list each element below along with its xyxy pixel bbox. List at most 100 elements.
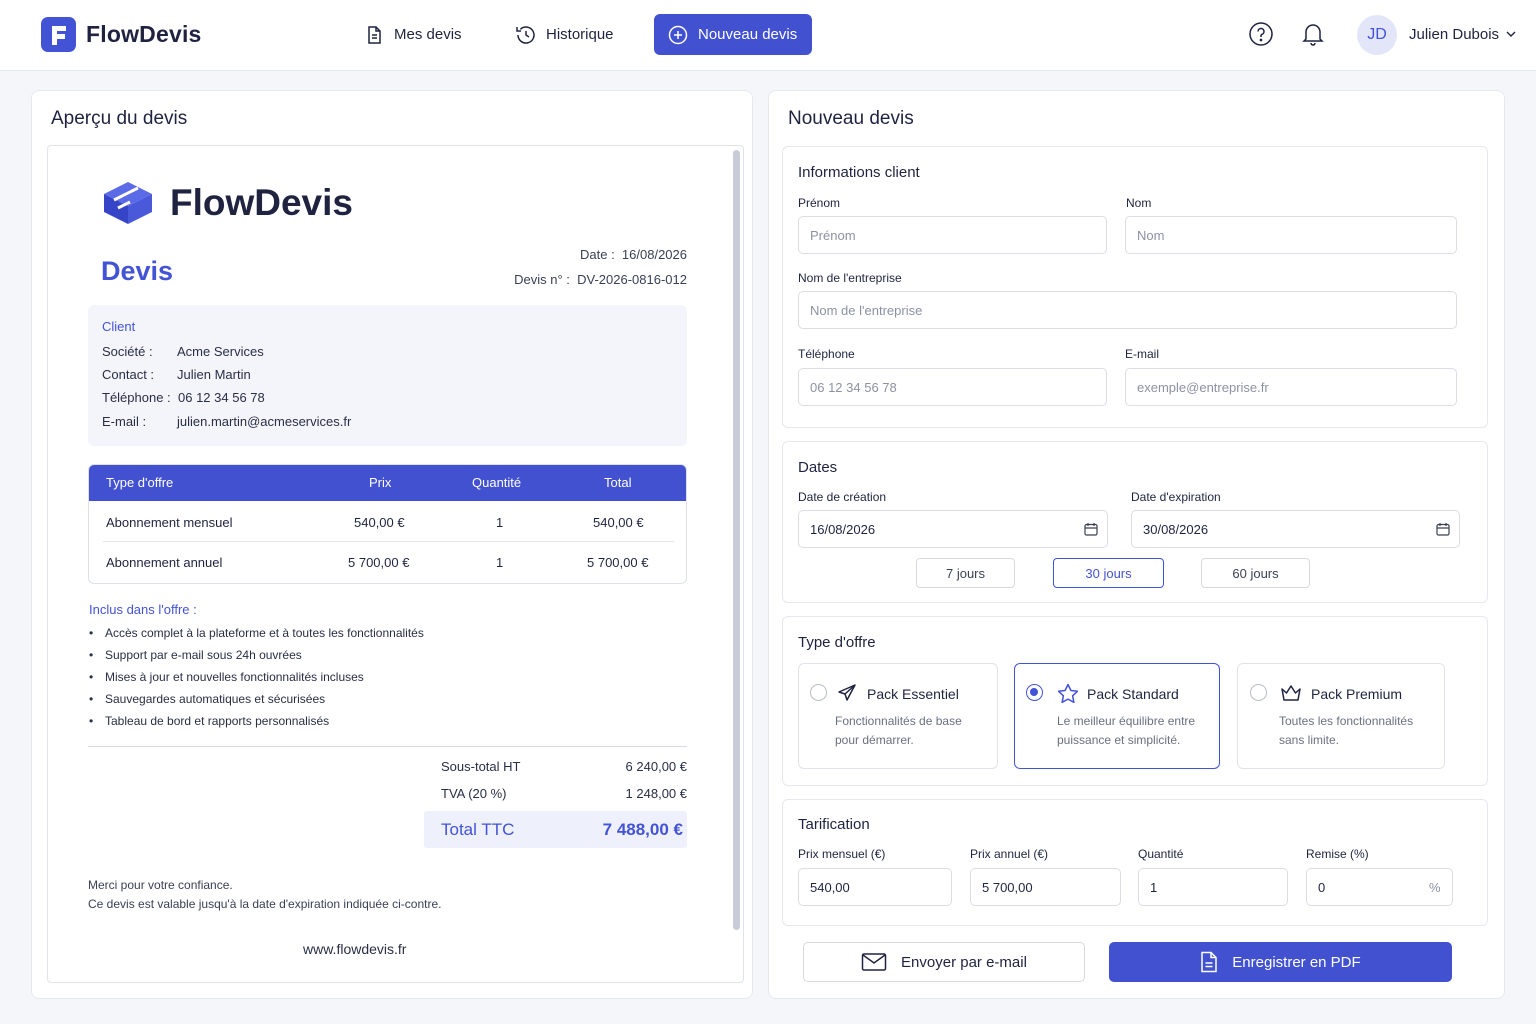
calendar-icon[interactable] — [1436, 522, 1450, 536]
preview-scrollbar[interactable] — [733, 150, 740, 930]
calendar-icon[interactable] — [1084, 522, 1098, 536]
percent-suffix: % — [1429, 880, 1441, 895]
column-header: Prix — [369, 475, 392, 490]
field-label: Nom — [1126, 196, 1152, 210]
table-cell: 1 — [496, 555, 504, 570]
offer-table: Type d'offre Prix Quantité Total Abonnem… — [88, 464, 687, 584]
table-cell: 540,00 € — [354, 515, 405, 530]
envelope-icon — [861, 953, 887, 971]
quantity-input[interactable] — [1138, 868, 1288, 906]
divider — [88, 746, 687, 747]
included-list: Accès complet à la plateforme et à toute… — [89, 622, 424, 732]
table-cell: 5 700,00 € — [348, 555, 410, 570]
creation-date-input[interactable] — [798, 510, 1108, 548]
document-icon — [368, 25, 381, 44]
section-heading: Informations client — [798, 164, 920, 181]
field-label: Prix mensuel (€) — [798, 847, 886, 861]
offer-title: Pack Essentiel — [867, 686, 959, 702]
last-name-input[interactable] — [1125, 216, 1457, 254]
phone-input[interactable] — [798, 368, 1107, 406]
button-label: Enregistrer en PDF — [1232, 953, 1361, 971]
offer-radio[interactable] — [810, 684, 827, 701]
document-icon — [1201, 951, 1218, 973]
pricing-section — [782, 799, 1488, 926]
list-item: Accès complet à la plateforme et à toute… — [89, 622, 424, 644]
quote-date-label: Date : — [580, 247, 615, 262]
table-header: Type d'offre Prix Quantité Total — [89, 465, 686, 501]
expiry-date-input[interactable] — [1131, 510, 1460, 548]
table-cell: 1 — [496, 515, 504, 530]
paper-plane-icon — [838, 684, 856, 701]
field-label: Téléphone — [798, 347, 855, 361]
creation-date-field[interactable] — [798, 510, 1108, 548]
field-label: Date de création — [798, 490, 887, 504]
offer-radio[interactable] — [1026, 684, 1043, 701]
column-header: Total — [604, 475, 632, 490]
field-label: Prix annuel (€) — [970, 847, 1049, 861]
subtotal-value: 6 240,00 € — [625, 759, 687, 774]
client-row-label: E-mail : — [102, 414, 147, 429]
nav-historique[interactable]: Historique — [500, 14, 628, 55]
preview-title: Aperçu du devis — [51, 108, 188, 129]
validity-text: Ce devis est valable jusqu'à la date d'e… — [88, 897, 442, 911]
vat-value: 1 248,00 € — [625, 786, 687, 801]
email-input[interactable] — [1125, 368, 1457, 406]
section-heading: Tarification — [798, 816, 870, 833]
help-icon[interactable] — [1248, 20, 1274, 48]
offer-card-essentiel[interactable]: Pack Essentiel Fonctionnalités de base p… — [798, 663, 998, 769]
client-row-value: Julien Martin — [177, 367, 251, 382]
preset-60-days[interactable]: 60 jours — [1201, 558, 1310, 588]
table-cell: 540,00 € — [593, 515, 644, 530]
chevron-down-icon[interactable] — [1505, 28, 1517, 40]
field-label: Nom de l'entreprise — [798, 271, 902, 285]
offer-title: Pack Standard — [1087, 686, 1179, 702]
nav-nouveau-devis[interactable]: Nouveau devis — [654, 14, 812, 55]
client-row-value: 06 12 34 56 78 — [178, 390, 265, 405]
total-label: Total TTC — [441, 820, 515, 839]
offer-card-premium[interactable]: Pack Premium Toutes les fonctionnalités … — [1237, 663, 1445, 769]
field-label: Date d'expiration — [1131, 490, 1221, 504]
section-heading: Type d'offre — [798, 634, 876, 651]
crown-icon — [1281, 685, 1301, 701]
monthly-price-input[interactable] — [798, 868, 952, 906]
list-item: Support par e-mail sous 24h ouvrées — [89, 644, 424, 666]
nav-mes-devis[interactable]: Mes devis — [350, 14, 476, 55]
quote-date-value: 16/08/2026 — [621, 247, 687, 262]
save-pdf-button[interactable]: Enregistrer en PDF — [1109, 942, 1452, 982]
bell-icon[interactable] — [1300, 20, 1326, 48]
website-link[interactable]: www.flowdevis.fr — [303, 941, 406, 957]
avatar[interactable]: JD — [1357, 15, 1397, 55]
annual-price-input[interactable] — [970, 868, 1121, 906]
user-name[interactable]: Julien Dubois — [1409, 26, 1499, 43]
client-row-label: Société : — [102, 344, 153, 359]
document-brand: FlowDevis — [170, 182, 353, 223]
quote-number-value: DV-2026-0816-012 — [577, 272, 687, 287]
history-icon — [516, 25, 535, 44]
star-icon — [1057, 683, 1079, 704]
offer-card-standard[interactable]: Pack Standard Le meilleur équilibre entr… — [1014, 663, 1220, 769]
field-label: Quantité — [1138, 847, 1184, 861]
app-logo-icon[interactable] — [41, 17, 76, 52]
section-heading: Dates — [798, 459, 838, 476]
thanks-text: Merci pour votre confiance. — [88, 878, 233, 892]
client-heading: Client — [102, 319, 136, 334]
document-heading: Devis — [101, 256, 174, 286]
subtotal-label: Sous-total HT — [441, 759, 521, 774]
nav-label: Mes devis — [394, 26, 462, 43]
row-divider — [103, 541, 674, 542]
app-brand[interactable]: FlowDevis — [86, 21, 202, 48]
quote-date: Date : 16/08/2026 — [580, 247, 687, 262]
company-input[interactable] — [798, 291, 1457, 329]
expiry-date-field[interactable] — [1131, 510, 1460, 548]
offer-description: Fonctionnalités de base pour démarrer. — [835, 714, 962, 747]
send-email-button[interactable]: Envoyer par e-mail — [803, 942, 1085, 982]
preset-30-days[interactable]: 30 jours — [1053, 558, 1164, 588]
first-name-input[interactable] — [798, 216, 1107, 254]
offer-radio[interactable] — [1250, 684, 1267, 701]
field-label: Remise (%) — [1306, 847, 1369, 861]
flowdevis-logo-icon — [104, 182, 152, 224]
client-row-value: julien.martin@acmeservices.fr — [177, 414, 352, 429]
list-item: Mises à jour et nouvelles fonctionnalité… — [89, 666, 424, 688]
preset-7-days[interactable]: 7 jours — [916, 558, 1015, 588]
nav-label: Historique — [546, 26, 614, 43]
